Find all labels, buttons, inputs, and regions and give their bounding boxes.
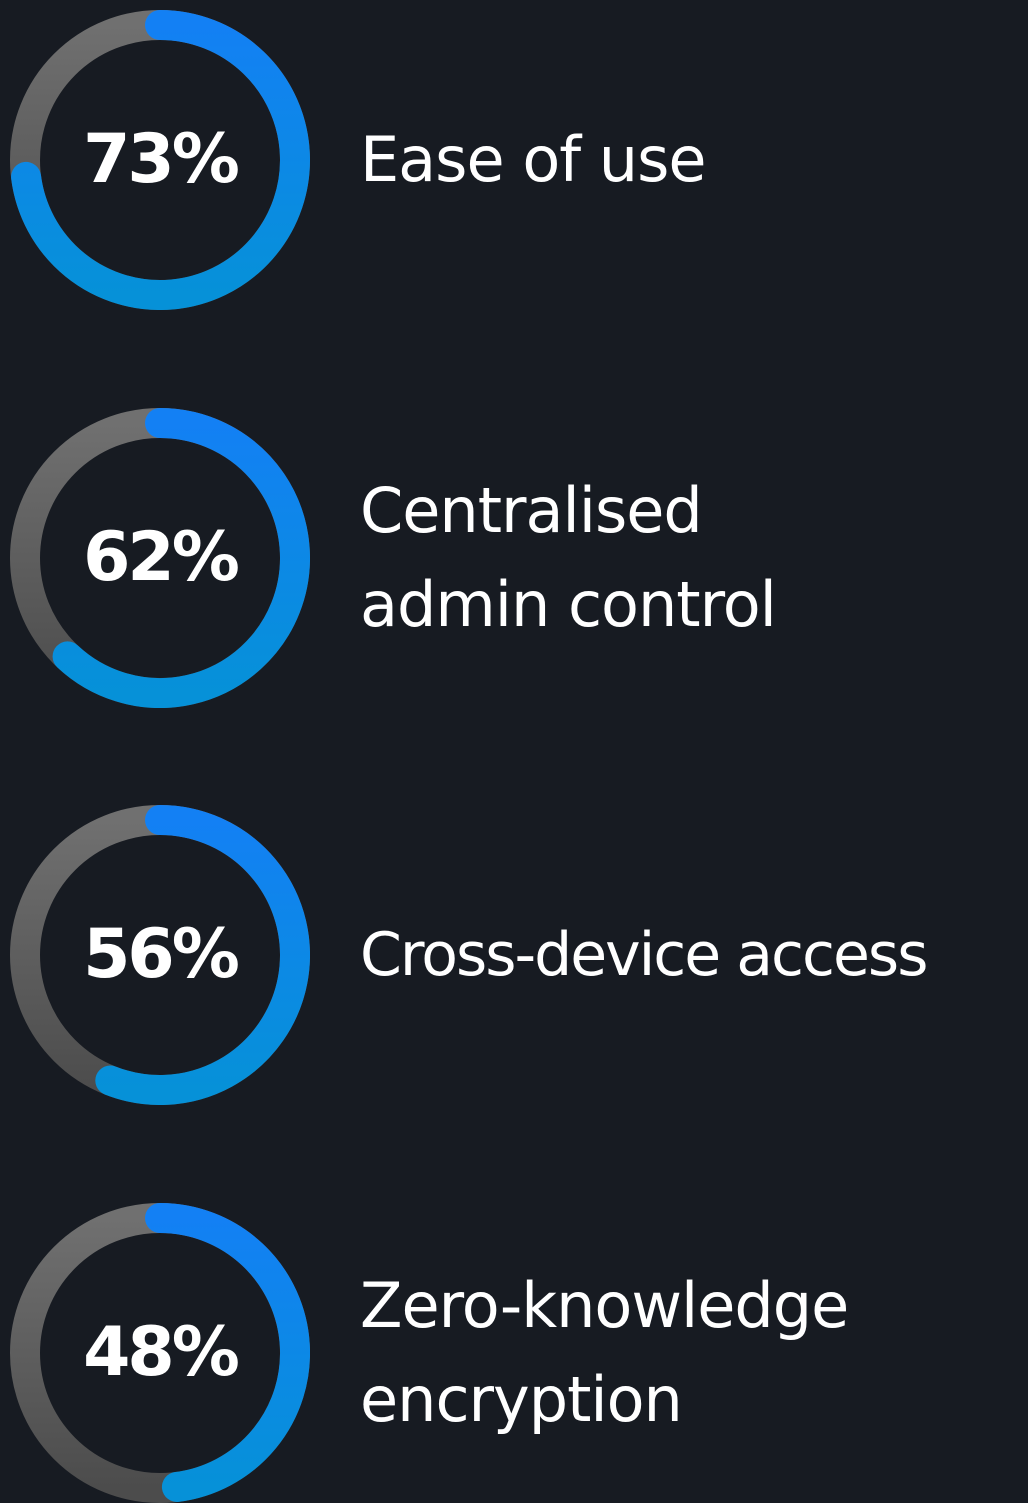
stat-label-line: admin control: [360, 568, 777, 641]
percentage-value: 48%: [83, 1313, 240, 1392]
stat-label-line: Cross-device access: [360, 920, 928, 990]
stat-label: Zero-knowledge encryption: [360, 1203, 1025, 1503]
percentage-value: 73%: [83, 120, 240, 199]
stat-label-line: Zero-knowledge: [360, 1269, 849, 1342]
percentage-value: 62%: [83, 518, 240, 597]
stat-row-centralised-admin-control: 62% Centralised admin control: [0, 408, 1028, 708]
stat-row-zero-knowledge-encryption: 48% Zero-knowledge encryption: [0, 1203, 1028, 1503]
stat-label-line: encryption: [360, 1363, 683, 1436]
stat-label: Centralised admin control: [360, 408, 1025, 708]
percentage-value: 56%: [83, 915, 240, 994]
stat-row-ease-of-use: 73% Ease of use: [0, 10, 1028, 310]
stat-label-line: Ease of use: [360, 123, 707, 196]
stat-label: Ease of use: [360, 10, 1025, 310]
stat-row-cross-device-access: 56% Cross-device access: [0, 805, 1028, 1105]
stat-label: Cross-device access: [360, 805, 1025, 1105]
stat-label-line: Centralised: [360, 474, 703, 547]
